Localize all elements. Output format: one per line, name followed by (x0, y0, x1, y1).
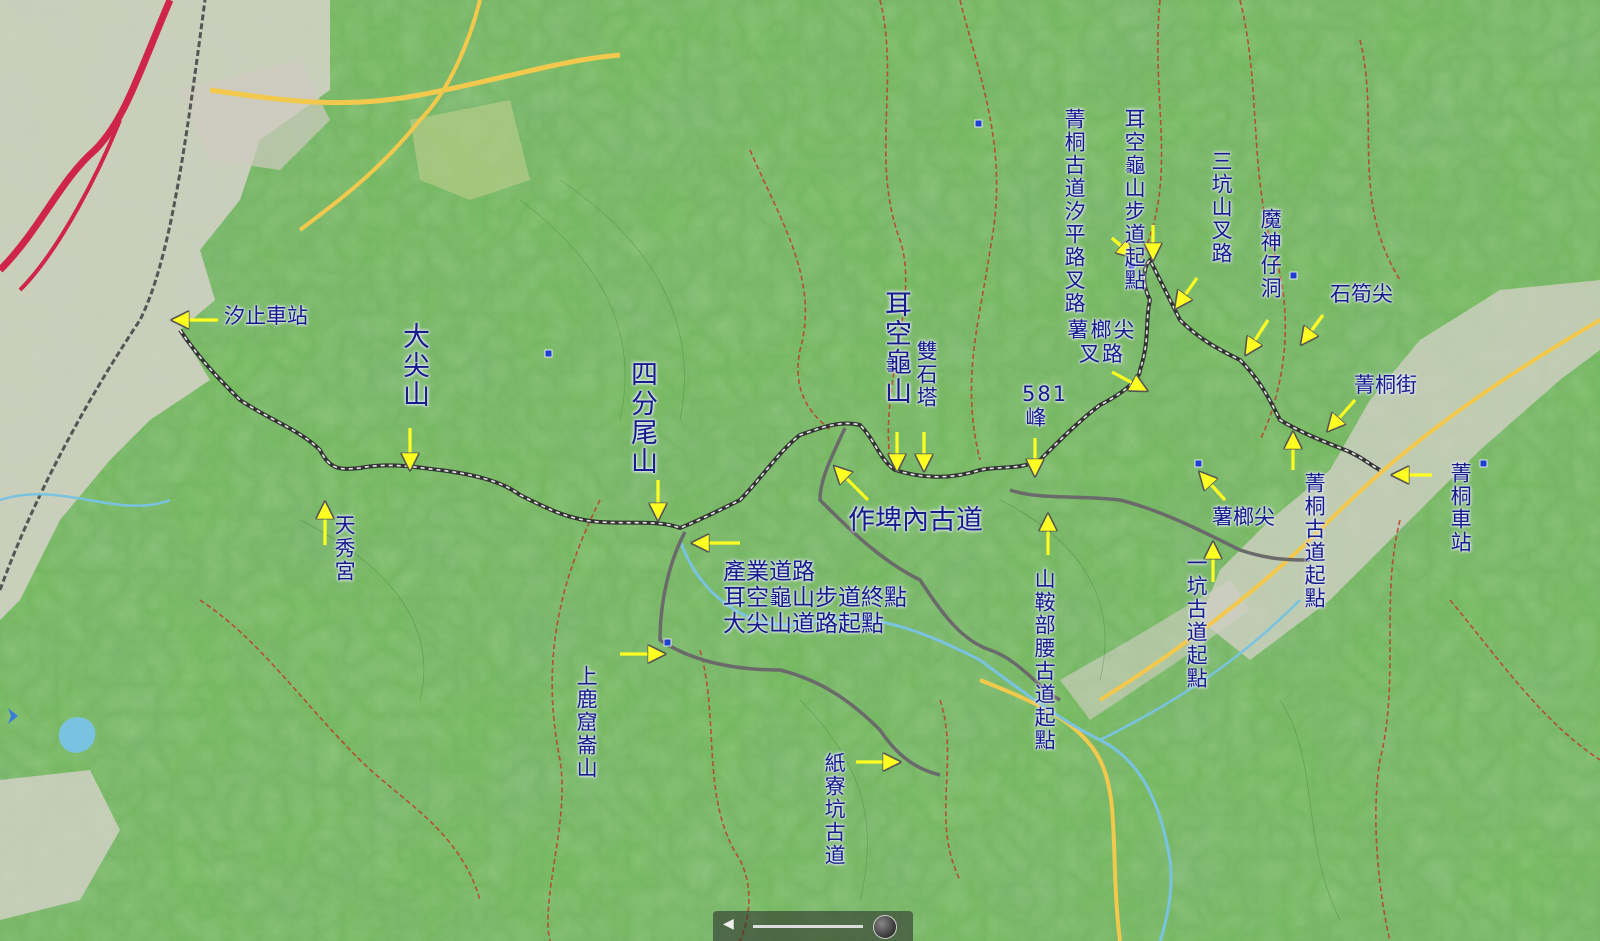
zoom-slider[interactable] (753, 925, 863, 928)
label-moshen-cave: 魔神仔洞 (1258, 208, 1283, 300)
label-sankeng-fork: 三坑山叉路 (1209, 150, 1234, 265)
compass-icon[interactable] (873, 915, 897, 939)
label-dajianshan: 大尖山 (398, 322, 430, 409)
label-erkongui-end: 耳空龜山步道終點 (723, 585, 907, 611)
label-erkongui-trail-start: 耳空龜山步道起點 (1122, 108, 1147, 292)
label-jingtong-street: 菁桐街 (1354, 373, 1417, 397)
map-canvas[interactable] (0, 0, 1600, 941)
label-sifenweishan: 四分尾山 (626, 360, 658, 476)
back-icon[interactable]: ◀ (723, 916, 734, 932)
label-shujiaojian: 薯榔尖 (1212, 505, 1275, 529)
label-jingtong-station: 菁桐車站 (1448, 462, 1473, 554)
label-jingtong-trail-start: 菁桐古道起點 (1302, 472, 1327, 610)
label-tianxiu-temple: 天秀宮 (332, 514, 357, 583)
trailhead-marker-icon (1479, 459, 1488, 468)
label-peak581: 581峰 (1022, 382, 1069, 431)
label-yikeng-start: 一坑古道起點 (1184, 552, 1209, 690)
label-shuangshi-ta: 雙石塔 (914, 340, 939, 409)
label-zhiliaokeng: 紙寮坑古道 (822, 752, 847, 867)
label-dajianshan-start: 大尖山道路起點 (723, 611, 884, 637)
label-erkongui-shan: 耳空龜山 (880, 290, 912, 406)
map-controls[interactable]: ◀ (713, 911, 913, 941)
label-xizhi-station: 汐止車站 (224, 304, 308, 328)
label-shisunjian: 石筍尖 (1330, 282, 1393, 306)
trailhead-marker-icon (974, 119, 983, 128)
label-xiping-fork: 菁桐古道汐平路叉路 (1062, 108, 1087, 315)
label-zuopinei: 作埤內古道 (848, 505, 983, 536)
trailhead-marker-icon (663, 638, 672, 647)
trailhead-marker-icon (1289, 271, 1298, 280)
label-shanbu-start: 山鞍部腰古道起點 (1032, 568, 1057, 752)
label-shujiaojian-fork: 薯榔尖叉路 (1067, 318, 1137, 367)
trailhead-marker-icon (544, 349, 553, 358)
label-shanglu-peak: 上鹿窟崙山 (574, 665, 599, 780)
label-industrial-road: 產業道路 (723, 559, 815, 585)
trailhead-marker-icon (1194, 459, 1203, 468)
